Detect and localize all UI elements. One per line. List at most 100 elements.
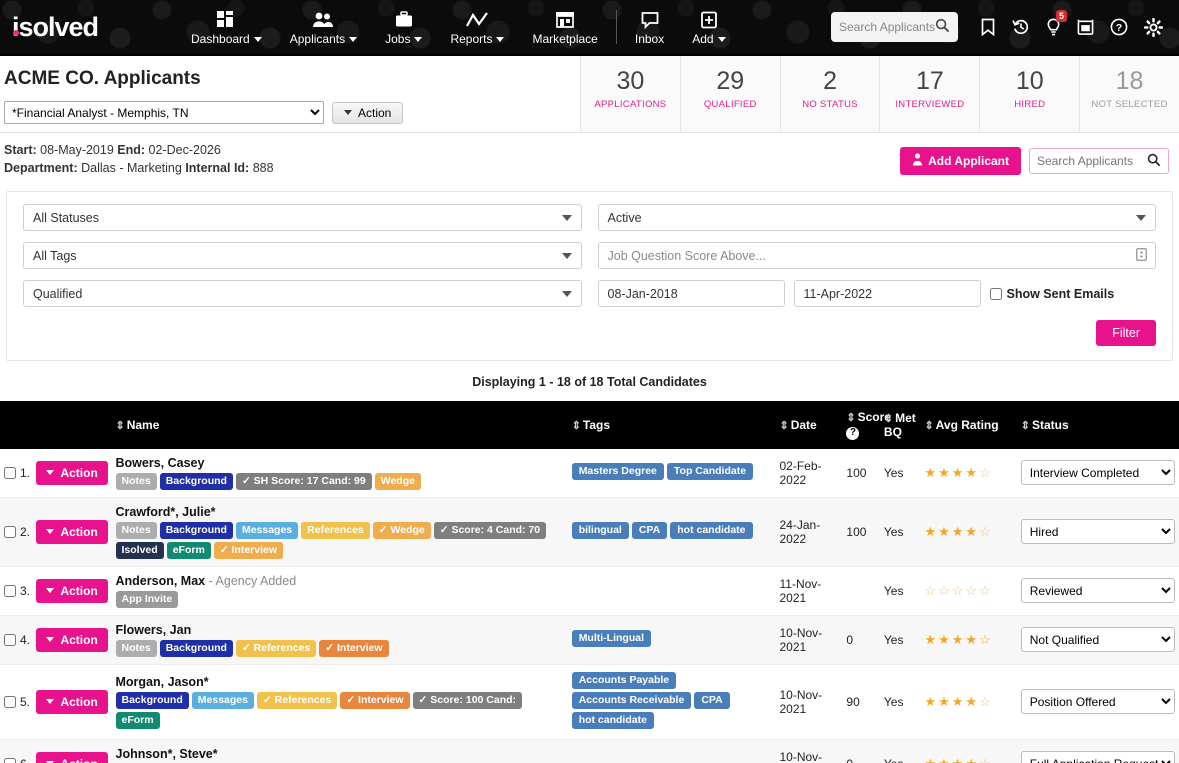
candidate-badge[interactable]: References [301,522,370,539]
filter-qualified-select[interactable]: Qualified [23,280,582,307]
stat-not-selected[interactable]: 18NOT SELECTED [1079,56,1179,132]
stat-applications[interactable]: 30APPLICATIONS [580,56,680,132]
global-search-input[interactable] [839,20,935,34]
candidate-name[interactable]: Bowers, Casey [116,456,564,470]
nav-item-marketplace[interactable]: Marketplace [518,0,611,54]
candidate-badge[interactable]: ✓ References [257,692,337,709]
candidate-badge[interactable]: ✓ References [236,640,316,657]
filter-date-from-input[interactable]: 08-Jan-2018 [598,280,785,307]
row-checkbox[interactable] [4,467,16,479]
candidate-name[interactable]: Morgan, Jason* [116,675,564,689]
global-search-box[interactable] [831,12,958,42]
tag-pill[interactable]: Accounts Payable [572,672,676,689]
stat-no-status[interactable]: 2NO STATUS [780,56,880,132]
tag-pill[interactable]: hot candidate [670,522,752,539]
candidate-badge[interactable]: Background [160,522,233,539]
candidate-badge[interactable]: eForm [167,542,211,559]
job-select[interactable]: *Financial Analyst - Memphis, TN [4,101,324,124]
cell-avg-rating[interactable]: ☆☆☆☆☆ [920,566,1016,615]
row-action-button[interactable]: Action [36,628,107,652]
row-checkbox[interactable] [4,634,16,646]
status-select[interactable]: Interview CompletedHiredReviewedNot Qual… [1021,578,1175,603]
status-select[interactable]: Interview CompletedHiredReviewedNot Qual… [1021,751,1175,763]
tag-pill[interactable]: Top Candidate [667,463,753,480]
stat-hired[interactable]: 10HIRED [979,56,1079,132]
filter-tags-select[interactable]: All Tags [23,242,582,269]
history-icon[interactable] [1004,18,1038,36]
help-icon[interactable]: ? [1102,18,1136,36]
candidate-badge[interactable]: ✓ Score: 4 Cand: 70 [434,522,546,539]
candidate-name[interactable]: Anderson, Max - Agency Added [116,574,564,588]
cell-avg-rating[interactable]: ★★★★☆ [920,449,1016,498]
candidate-badge[interactable]: ✓ Score: 100 Cand: [413,692,523,709]
filter-score-input[interactable]: Job Question Score Above... [598,242,1157,269]
cell-avg-rating[interactable]: ★★★★☆ [920,497,1016,566]
stat-interviewed[interactable]: 17INTERVIEWED [879,56,979,132]
candidate-badge[interactable]: ✓ Wedge [373,522,431,539]
th-date[interactable]: ⇕Date [776,401,843,449]
tag-pill[interactable]: Accounts Receivable [572,692,692,709]
candidate-name[interactable]: Flowers, Jan [116,623,564,637]
candidate-badge[interactable]: Notes [116,522,157,539]
show-sent-emails-checkbox-wrap[interactable]: Show Sent Emails [990,287,1115,301]
th-avg-rating[interactable]: ⇕Avg Rating [920,401,1016,449]
row-checkbox[interactable] [4,526,16,538]
cell-avg-rating[interactable]: ★★★★☆ [920,739,1016,763]
action-button[interactable]: Action [332,102,403,124]
th-met-bq[interactable]: ⇕Met BQ [880,401,921,449]
candidate-badge[interactable]: Notes [116,640,157,657]
row-checkbox[interactable] [4,696,16,708]
th-status[interactable]: ⇕Status [1017,401,1179,449]
th-tags[interactable]: ⇕Tags [568,401,776,449]
add-applicant-button[interactable]: Add Applicant [900,147,1021,175]
nav-item-inbox[interactable]: Inbox [621,0,678,54]
nav-item-dashboard[interactable]: Dashboard [177,0,276,54]
row-action-button[interactable]: Action [36,690,107,714]
tag-pill[interactable]: bilingual [572,522,629,539]
candidate-badge[interactable]: ✓ SH Score: 17 Cand: 99 [236,473,372,490]
cell-avg-rating[interactable]: ★★★★☆ [920,615,1016,664]
show-sent-emails-checkbox[interactable] [990,288,1002,300]
numeric-stepper-icon[interactable] [1136,248,1147,264]
cell-avg-rating[interactable]: ★★★★☆ [920,664,1016,739]
row-action-button[interactable]: Action [36,461,107,485]
row-action-button[interactable]: Action [36,520,107,544]
candidate-badge[interactable]: Messages [236,522,298,539]
candidate-badge[interactable]: ✓ Interview [214,542,283,559]
calendar-icon[interactable] [1069,18,1102,36]
filter-statuses-select[interactable]: All Statuses [23,204,582,231]
status-select[interactable]: Interview CompletedHiredReviewedNot Qual… [1021,519,1175,544]
lightbulb-icon[interactable]: 5 [1038,18,1069,37]
help-icon[interactable]: ? [846,427,859,440]
candidate-badge[interactable]: eForm [116,712,160,729]
candidate-name[interactable]: Crawford*, Julie* [116,505,564,519]
candidate-badge[interactable]: Messages [192,692,254,709]
candidate-badge[interactable]: ✓ Interview [340,692,409,709]
isolved-logo[interactable]: isolved [12,12,177,43]
filter-active-select[interactable]: Active [598,204,1157,231]
nav-item-applicants[interactable]: Applicants [276,0,371,54]
candidate-badge[interactable]: Notes [116,473,157,490]
applicants-search-input[interactable] [1037,154,1147,168]
applicants-search-box[interactable] [1029,148,1169,174]
th-name[interactable]: ⇕Name [112,401,568,449]
tag-pill[interactable]: hot candidate [572,712,654,729]
status-select[interactable]: Interview CompletedHiredReviewedNot Qual… [1021,627,1175,652]
stat-qualified[interactable]: 29QUALIFIED [680,56,780,132]
filter-date-to-input[interactable]: 11-Apr-2022 [794,280,981,307]
tag-pill[interactable]: Masters Degree [572,463,664,480]
candidate-badge[interactable]: Isolved [116,542,164,559]
row-checkbox[interactable] [4,585,16,597]
candidate-badge[interactable]: Background [116,692,189,709]
th-score[interactable]: ⇕Score ? [842,401,880,449]
candidate-badge[interactable]: Background [160,473,233,490]
gear-icon[interactable] [1136,18,1171,37]
nav-item-jobs[interactable]: Jobs [371,0,436,54]
status-select[interactable]: Interview CompletedHiredReviewedNot Qual… [1021,689,1175,714]
row-action-button[interactable]: Action [36,752,107,763]
tag-pill[interactable]: CPA [632,522,667,539]
bookmark-icon[interactable] [972,18,1004,36]
candidate-badge[interactable]: Wedge [375,473,421,490]
tag-pill[interactable]: Multi-Lingual [572,630,651,647]
nav-item-reports[interactable]: Reports [436,0,518,54]
